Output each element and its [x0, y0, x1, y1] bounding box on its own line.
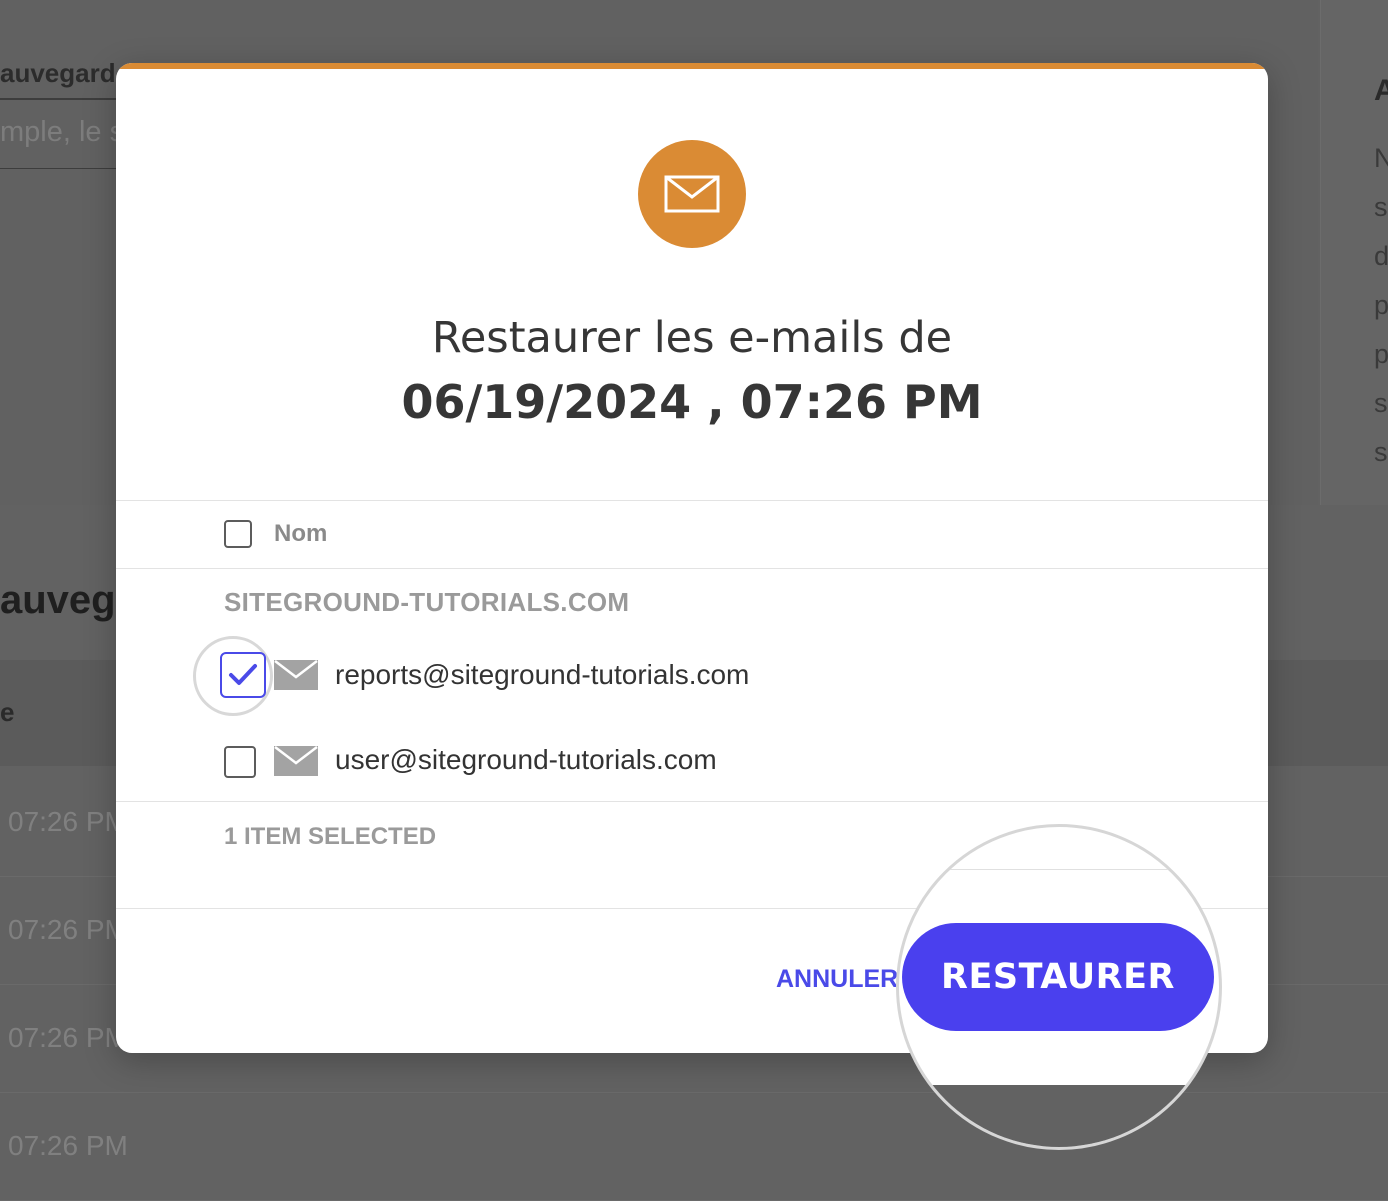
divider — [116, 801, 1268, 802]
info-text-line: p — [1374, 339, 1388, 369]
background-table-header-text: e — [0, 697, 15, 727]
background-field-divider — [0, 168, 118, 169]
info-text-line: s — [1374, 192, 1388, 222]
magnifier-divider — [899, 869, 1219, 870]
account-checkbox-reports[interactable] — [220, 652, 266, 698]
background-info-text: N s d p p s s — [1374, 134, 1388, 477]
select-all-checkbox[interactable] — [224, 520, 252, 548]
column-header-name: Nom — [274, 520, 328, 547]
background-field-placeholder: mple, le s — [0, 116, 125, 148]
row-time: 07:26 PM — [8, 1022, 128, 1053]
row-time: 07:26 PM — [8, 806, 128, 837]
cancel-button[interactable]: ANNULER — [776, 965, 898, 994]
info-text-line: p — [1374, 290, 1388, 320]
dialog-title: Restaurer les e-mails de — [431, 313, 953, 363]
selected-count: 1 ITEM SELECTED — [224, 823, 437, 850]
info-text-line: d — [1374, 241, 1388, 271]
checkmark-icon — [229, 664, 257, 685]
backup-datetime: 06/19/2024 , 07:26 PM — [401, 375, 983, 429]
account-email-reports: reports@siteground-tutorials.com — [335, 659, 750, 690]
domain-group-label: SITEGROUND-TUTORIALS.COM — [224, 587, 630, 617]
mail-icon — [274, 660, 318, 690]
info-text-line: N — [1374, 143, 1388, 173]
info-text-line: s — [1374, 437, 1388, 467]
envelope-icon — [638, 140, 746, 248]
magnifier-backdrop — [899, 1085, 1219, 1147]
background-info-heading: A — [1374, 74, 1388, 107]
divider — [116, 500, 1268, 501]
row-time: 07:26 PM — [8, 914, 128, 945]
restore-button[interactable]: RESTAURER — [902, 923, 1214, 1031]
row-time: 07:26 PM — [8, 1130, 128, 1161]
mail-icon — [274, 746, 318, 776]
background-section-title: auveg — [0, 578, 116, 622]
account-checkbox-user[interactable] — [224, 746, 256, 778]
divider — [116, 568, 1268, 569]
restore-button-magnifier: RESTAURER — [896, 824, 1222, 1150]
dialog-accent-bar — [116, 63, 1268, 69]
account-email-user: user@siteground-tutorials.com — [335, 744, 717, 775]
background-field-label: auvegard — [0, 58, 116, 88]
background-field-underline — [0, 98, 118, 100]
info-text-line: s — [1374, 388, 1388, 418]
